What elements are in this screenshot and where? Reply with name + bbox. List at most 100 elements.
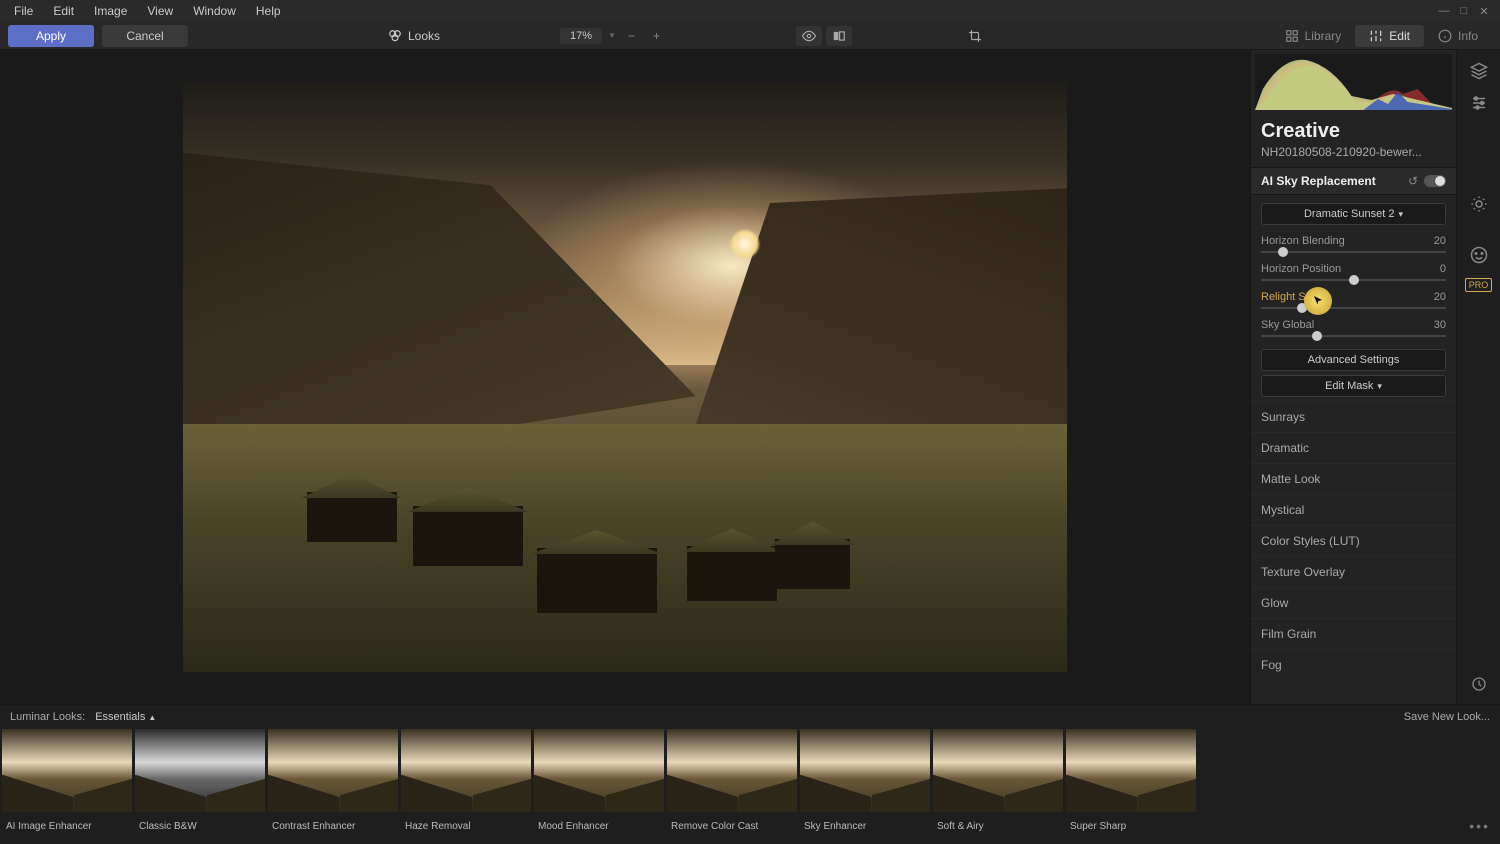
info-icon <box>1438 29 1452 43</box>
zoom-out-button[interactable]: − <box>622 29 641 43</box>
close-icon[interactable]: ✕ <box>1476 5 1492 18</box>
window-controls: — □ ✕ <box>1436 5 1496 18</box>
cancel-button[interactable]: Cancel <box>102 25 188 47</box>
histogram[interactable] <box>1255 54 1452 110</box>
canvas[interactable] <box>0 50 1250 704</box>
slider-value: 20 <box>1434 291 1446 303</box>
look-thumb[interactable] <box>933 729 1063 812</box>
toolbar: Apply Cancel Looks 17% ▼ − + Library Edi… <box>0 22 1500 50</box>
menu-view[interactable]: View <box>137 4 183 18</box>
looks-icon <box>388 29 402 43</box>
library-mode[interactable]: Library <box>1271 25 1356 47</box>
image-preview <box>183 82 1067 672</box>
advanced-settings-button[interactable]: Advanced Settings <box>1261 349 1446 371</box>
slider-track[interactable] <box>1261 307 1446 309</box>
looks-label: Looks <box>408 29 440 43</box>
look-label: Haze Removal <box>401 819 531 834</box>
looks-button[interactable]: Looks <box>388 29 440 43</box>
look-label: Mood Enhancer <box>534 819 664 834</box>
tool-strip: PRO <box>1456 50 1500 704</box>
maximize-icon[interactable]: □ <box>1456 5 1472 18</box>
tool-dramatic[interactable]: Dramatic <box>1251 432 1456 463</box>
look-label: AI Image Enhancer <box>2 819 132 834</box>
edit-mode[interactable]: Edit <box>1355 25 1424 47</box>
right-panel: Creative NH20180508-210920-bewer... AI S… <box>1250 50 1500 704</box>
sliders-icon <box>1369 29 1383 43</box>
minimize-icon[interactable]: — <box>1436 5 1452 18</box>
sky-preset-dropdown[interactable]: Dramatic Sunset 2 <box>1261 203 1446 225</box>
tool-film-grain[interactable]: Film Grain <box>1251 618 1456 649</box>
look-thumb[interactable] <box>1066 729 1196 812</box>
light-icon[interactable] <box>1467 195 1491 213</box>
info-mode[interactable]: Info <box>1424 25 1492 47</box>
look-label: Classic B&W <box>135 819 265 834</box>
menu-image[interactable]: Image <box>84 4 137 18</box>
edit-label: Edit <box>1389 29 1410 43</box>
slider-horizon-blending[interactable]: Horizon Blending20 <box>1251 233 1456 261</box>
layers-icon[interactable] <box>1467 62 1491 80</box>
slider-track[interactable] <box>1261 335 1446 337</box>
menu-help[interactable]: Help <box>246 4 291 18</box>
filename: NH20180508-210920-bewer... <box>1251 145 1456 167</box>
zoom-in-button[interactable]: + <box>647 29 666 43</box>
tool-color-styles-lut-[interactable]: Color Styles (LUT) <box>1251 525 1456 556</box>
slider-horizon-position[interactable]: Horizon Position 0 <box>1251 261 1456 289</box>
pro-badge[interactable]: PRO <box>1465 278 1493 292</box>
look-thumb[interactable] <box>667 729 797 812</box>
looks-category[interactable]: Essentials ▲ <box>95 711 156 723</box>
reset-icon[interactable]: ↺ <box>1408 174 1418 188</box>
slider-value: 0 <box>1440 263 1446 275</box>
history-icon[interactable] <box>1467 676 1491 692</box>
save-look-button[interactable]: Save New Look... <box>1404 711 1490 723</box>
slider-track[interactable] <box>1261 251 1446 253</box>
slider-thumb[interactable] <box>1312 331 1322 341</box>
apply-button[interactable]: Apply <box>8 25 94 47</box>
creative-icon[interactable] <box>1467 227 1491 232</box>
compare-toggle[interactable] <box>826 26 852 46</box>
tool-sunrays[interactable]: Sunrays <box>1251 401 1456 432</box>
tool-name: AI Sky Replacement <box>1261 174 1376 188</box>
look-label: Super Sharp <box>1066 819 1196 834</box>
tool-toggle[interactable] <box>1424 175 1446 187</box>
tool-matte-look[interactable]: Matte Look <box>1251 463 1456 494</box>
menu-file[interactable]: File <box>4 4 43 18</box>
slider-value: 30 <box>1434 319 1446 331</box>
slider-thumb[interactable] <box>1297 303 1307 313</box>
eye-icon <box>802 29 816 43</box>
preview-toggle[interactable] <box>796 26 822 46</box>
slider-thumb[interactable] <box>1349 275 1359 285</box>
zoom-control: 17% ▼ − + <box>560 28 666 44</box>
menubar: File Edit Image View Window Help — □ ✕ <box>0 0 1500 22</box>
look-thumb[interactable] <box>401 729 531 812</box>
look-thumb[interactable] <box>2 729 132 812</box>
slider-sky-global[interactable]: Sky Global 30 <box>1251 317 1456 345</box>
crop-button[interactable] <box>962 26 988 46</box>
look-thumb[interactable] <box>268 729 398 812</box>
slider-label: Horizon Blending <box>1261 235 1345 247</box>
filmstrip: Luminar Looks: Essentials ▲ Save New Loo… <box>0 704 1500 844</box>
slider-relight-scene[interactable]: Relight Scene20 <box>1251 289 1456 317</box>
slider-label: Sky Global <box>1261 319 1314 331</box>
library-icon <box>1285 29 1299 43</box>
tool-glow[interactable]: Glow <box>1251 587 1456 618</box>
slider-label: Horizon Position <box>1261 263 1341 275</box>
edit-mask-button[interactable]: Edit Mask <box>1261 375 1446 397</box>
compare-icon <box>832 29 846 43</box>
portrait-icon[interactable] <box>1467 246 1491 264</box>
zoom-chevron-icon[interactable]: ▼ <box>608 31 616 40</box>
slider-track[interactable] <box>1261 279 1446 281</box>
slider-thumb[interactable] <box>1278 247 1288 257</box>
menu-edit[interactable]: Edit <box>43 4 84 18</box>
tool-fog[interactable]: Fog <box>1251 649 1456 680</box>
menu-window[interactable]: Window <box>183 4 246 18</box>
zoom-value[interactable]: 17% <box>560 28 602 44</box>
edit-mask-label: Edit Mask <box>1325 380 1373 392</box>
look-thumb[interactable] <box>800 729 930 812</box>
tool-mystical[interactable]: Mystical <box>1251 494 1456 525</box>
look-thumb[interactable] <box>135 729 265 812</box>
tool-header[interactable]: AI Sky Replacement ↺ <box>1251 167 1456 195</box>
look-thumb[interactable] <box>534 729 664 812</box>
adjustments-icon[interactable] <box>1467 94 1491 112</box>
tool-texture-overlay[interactable]: Texture Overlay <box>1251 556 1456 587</box>
more-icon[interactable]: ••• <box>1469 818 1490 834</box>
